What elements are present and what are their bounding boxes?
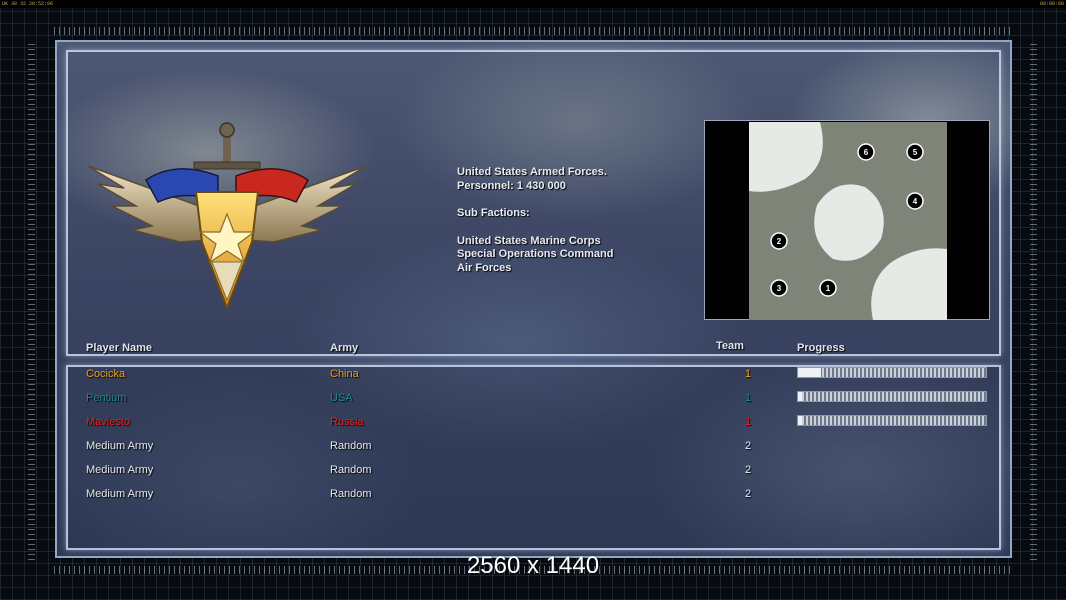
start-position-1[interactable]: 1 (819, 279, 837, 297)
player-team: 1 (745, 368, 752, 380)
start-position-2[interactable]: 2 (770, 232, 788, 250)
player-row[interactable]: Pentium USA 1 (0, 391, 1066, 413)
player-name: Medium Army (86, 464, 154, 476)
minimap[interactable]: 1 2 3 4 5 6 (704, 120, 990, 320)
player-name: Medium Army (86, 488, 154, 500)
faction-title: United States Armed Forces. (457, 166, 607, 178)
loading-progress-bar (797, 415, 987, 426)
status-bar: UK 30 32 20:52:06 00:00:00 (0, 0, 1066, 8)
player-army: Random (330, 464, 372, 476)
player-army: Russia (330, 416, 364, 428)
player-team: 2 (745, 464, 752, 476)
start-position-3[interactable]: 3 (770, 279, 788, 297)
start-position-6[interactable]: 6 (857, 143, 875, 161)
subfaction-item: Air Forces (457, 261, 512, 274)
start-position-label: 3 (777, 284, 782, 293)
player-army: USA (330, 392, 353, 404)
loading-progress-bar (797, 367, 987, 378)
top-ruler (54, 27, 1012, 35)
start-position-label: 6 (864, 148, 869, 157)
status-right: 00:00:00 (1039, 1, 1064, 7)
progress-fill (798, 392, 802, 401)
faction-description: United States Armed Forces. Personnel: 1… (457, 166, 613, 275)
start-position-5[interactable]: 5 (906, 143, 924, 161)
progress-fill (798, 368, 821, 377)
start-position-label: 1 (826, 284, 831, 293)
status-left: UK 30 32 20:52:06 (2, 1, 54, 7)
player-team: 1 (745, 392, 752, 404)
start-position-label: 4 (913, 197, 918, 206)
player-row[interactable]: Medium Army Random 2 (0, 487, 1066, 509)
player-army: Random (330, 488, 372, 500)
header-progress: Progress (797, 342, 845, 354)
subfactions-label: Sub Factions: (457, 207, 530, 219)
header-army: Army (330, 342, 359, 354)
progress-fill (798, 416, 802, 425)
player-name: Cocicka (86, 368, 126, 380)
player-army: China (330, 368, 359, 380)
player-row[interactable]: Medium Army Random 2 (0, 463, 1066, 485)
player-name: Maviesto (86, 416, 131, 428)
player-row[interactable]: Medium Army Random 2 (0, 439, 1066, 461)
loading-progress-bar (797, 391, 987, 402)
header-team: Team (716, 340, 744, 352)
player-name: Medium Army (86, 440, 154, 452)
player-army: Random (330, 440, 372, 452)
player-team: 1 (745, 416, 752, 428)
resolution-watermark: 2560 x 1440 (466, 552, 600, 579)
player-team: 2 (745, 440, 752, 452)
header-player-name: Player Name (86, 342, 153, 354)
player-row[interactable]: Maviesto Russia 1 (0, 415, 1066, 437)
player-team: 2 (745, 488, 752, 500)
start-position-label: 2 (777, 237, 782, 246)
player-row[interactable]: Cocicka China 1 (0, 367, 1066, 389)
player-name: Pentium (86, 392, 127, 404)
subfaction-item: United States Marine Corps (457, 234, 601, 247)
faction-emblem-icon (87, 122, 367, 311)
start-position-label: 5 (913, 148, 918, 157)
subfaction-item: Special Operations Command (457, 248, 614, 260)
start-position-4[interactable]: 4 (906, 192, 924, 210)
faction-personnel: Personnel: 1 430 000 (457, 179, 566, 192)
